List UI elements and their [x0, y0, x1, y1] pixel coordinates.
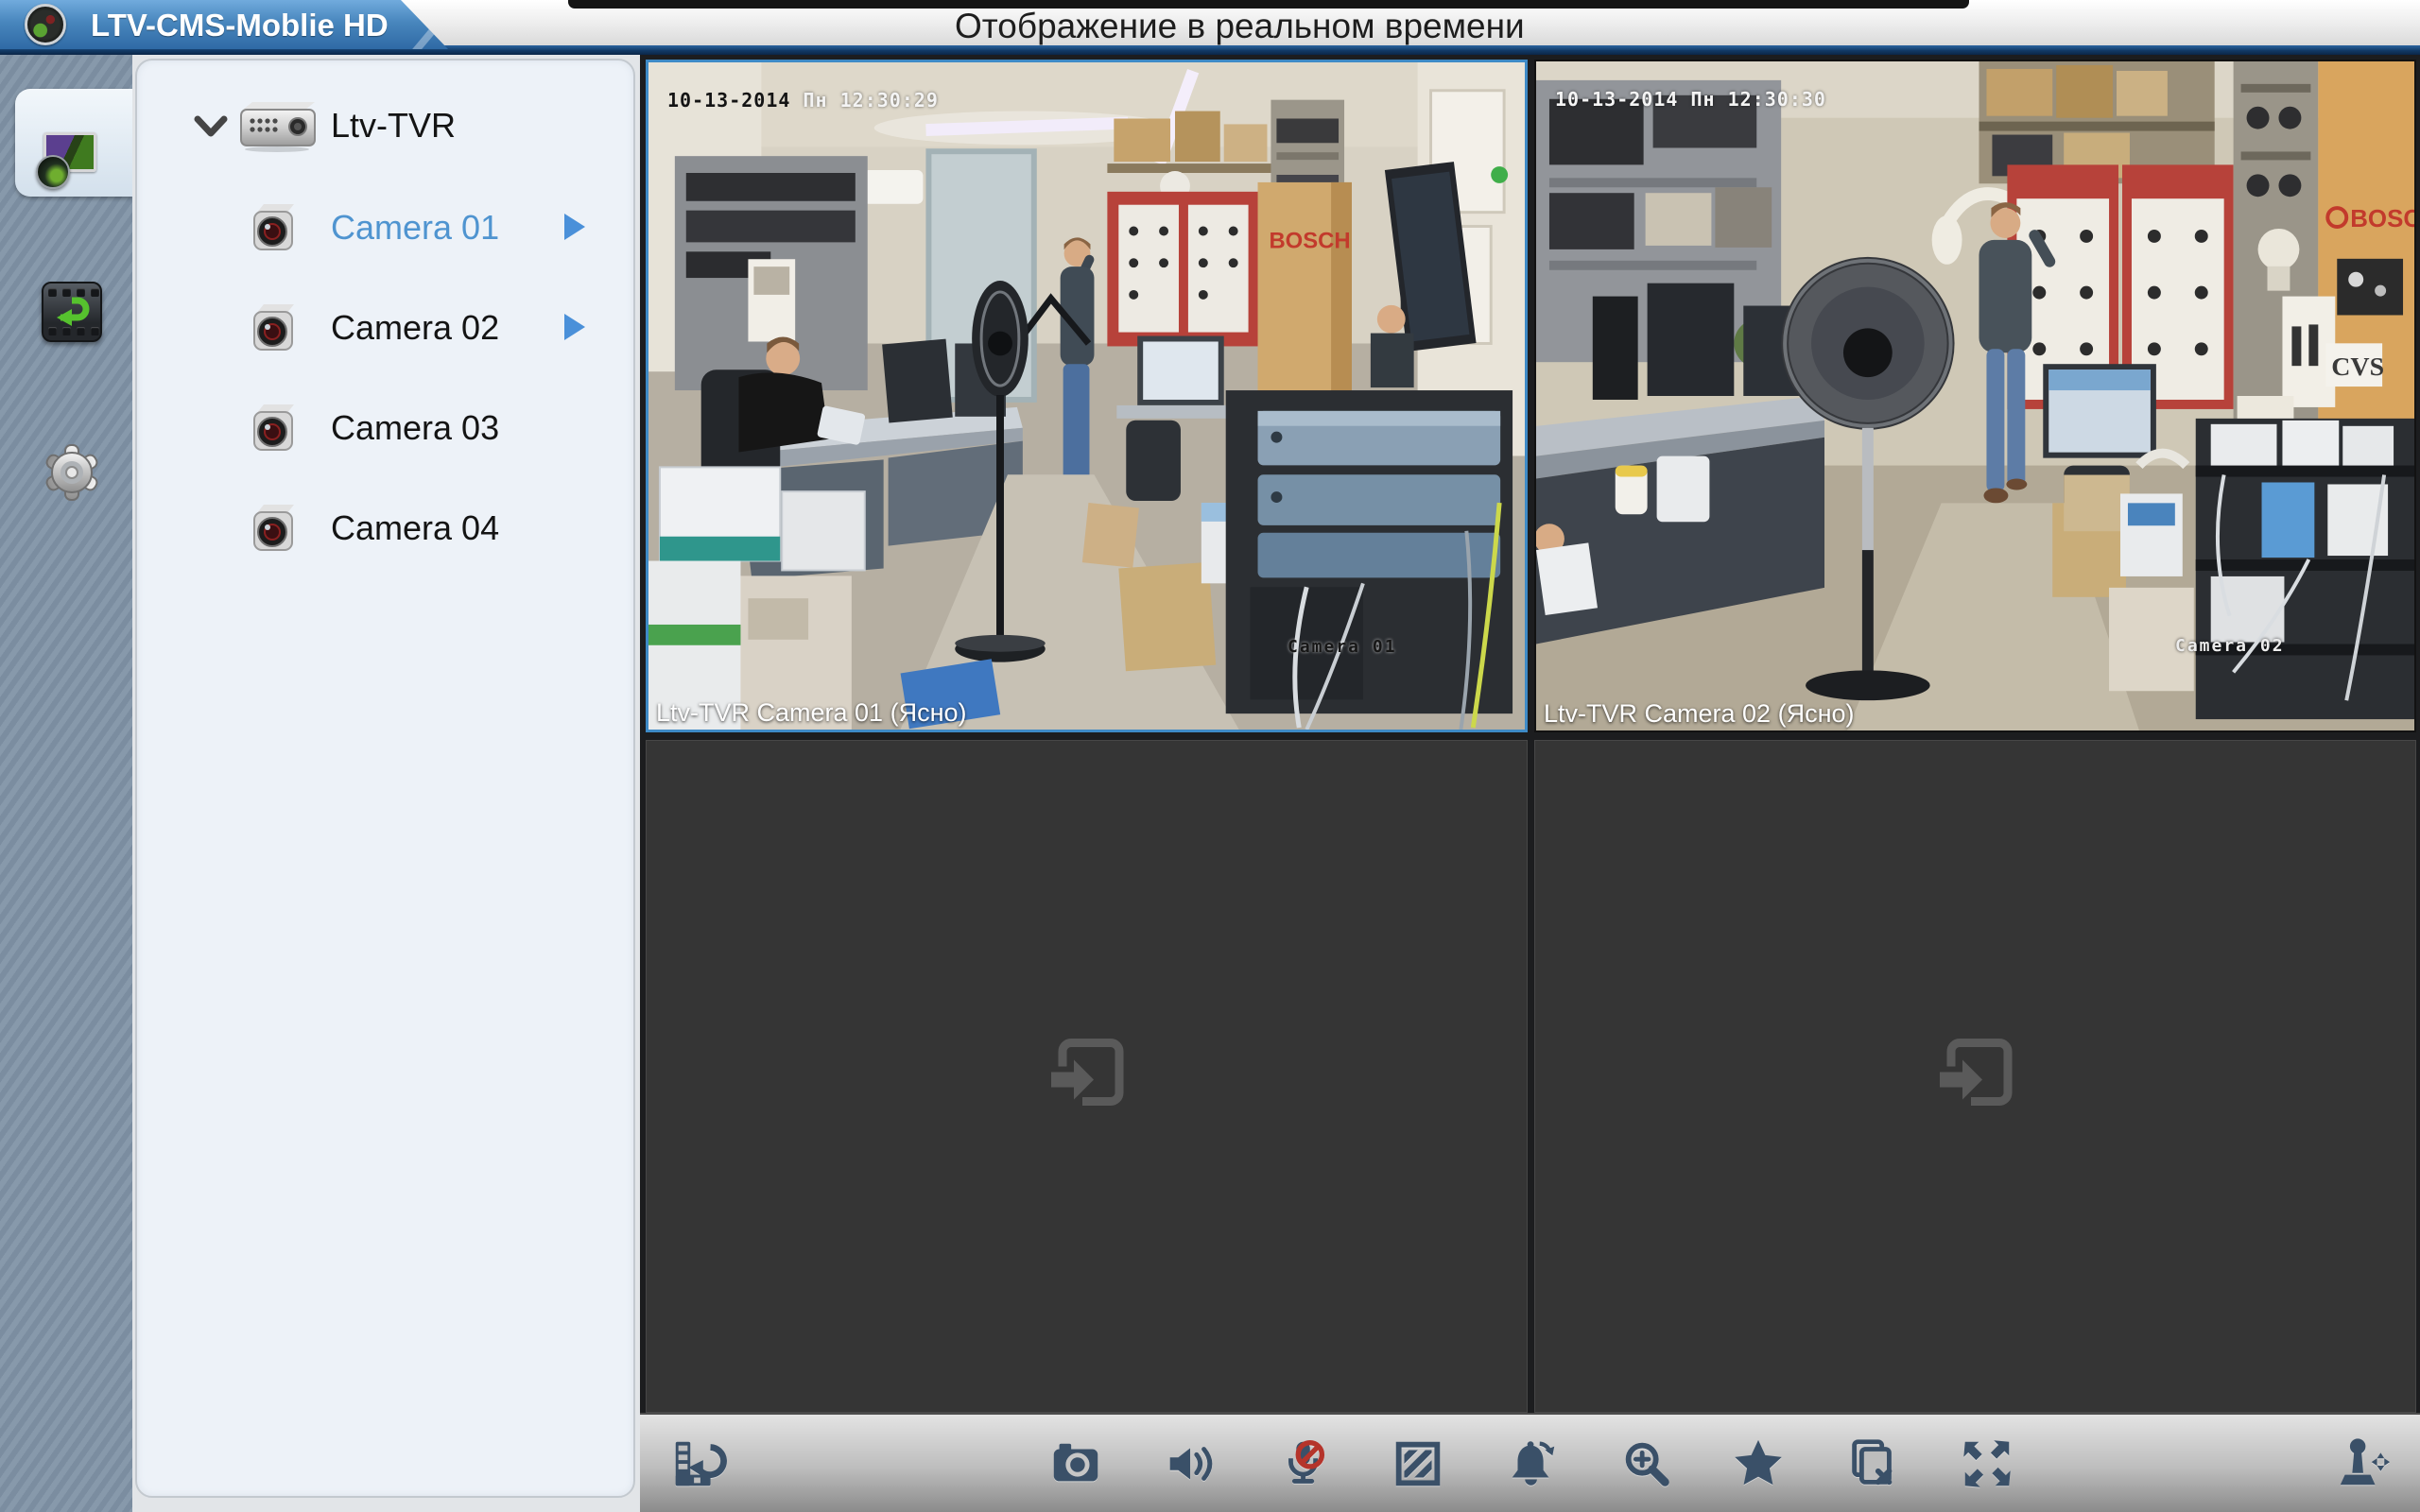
osd-date: 10-13-2014 [1555, 88, 1678, 111]
chevron-down-icon[interactable] [192, 112, 230, 146]
instant-playback-button[interactable] [660, 1426, 735, 1502]
favorite-star-icon [1729, 1435, 1788, 1493]
app-title: LTV-CMS-Moblie HD [91, 8, 389, 43]
camera-name[interactable]: Camera 03 [331, 408, 499, 448]
microphone-off-button[interactable] [1267, 1426, 1342, 1502]
camera-icon [243, 501, 300, 562]
audio-icon [1161, 1435, 1219, 1493]
tree-row-camera-01[interactable]: Camera 01 [137, 198, 633, 259]
camera-name[interactable]: Camera 04 [331, 508, 499, 548]
osd-day: Пн [1690, 88, 1715, 111]
settings-gear-icon [42, 442, 102, 503]
playback-icon [42, 282, 102, 342]
fullscreen-icon [1958, 1435, 2016, 1493]
osd-time: 12:30:30 [1728, 88, 1826, 111]
nav-item-playback[interactable] [0, 253, 132, 367]
tile-caption: Ltv-TVR Camera 01 (Ясно) [656, 698, 966, 728]
app-window: Отображение в реальном времени LTV-CMS-M… [0, 0, 2420, 1512]
osd-timestamp: 10-13-2014 Пн 12:30:29 [667, 89, 939, 112]
tile-caption: Ltv-TVR Camera 02 (Ясно) [1544, 699, 1854, 729]
alarm-icon [1503, 1435, 1562, 1493]
ptz-control-button[interactable] [2325, 1426, 2400, 1502]
camera-name[interactable]: Camera 02 [331, 308, 499, 348]
audio-button[interactable] [1152, 1426, 1228, 1502]
nav-item-live-view[interactable] [0, 83, 132, 197]
favorite-star-button[interactable] [1720, 1426, 1796, 1502]
digital-zoom-icon [1617, 1435, 1676, 1493]
nav-sidebar [0, 55, 133, 1512]
stream-quality-icon [1389, 1435, 1447, 1493]
video-tile-2[interactable]: BOSCH CVS [1534, 60, 2416, 732]
osd-timestamp: 10-13-2014 Пн 12:30:30 [1555, 88, 1826, 111]
expand-arrow-icon[interactable] [564, 314, 585, 340]
osd-day: Пн [803, 89, 827, 112]
snapshot-button[interactable] [1038, 1426, 1114, 1502]
tree-row-camera-03[interactable]: Camera 03 [137, 399, 633, 459]
video-tile-3[interactable] [646, 740, 1528, 1413]
osd-camera-name: Camera 02 [2175, 636, 2285, 656]
device-name[interactable]: Ltv-TVR [331, 106, 456, 146]
osd-time: 12:30:29 [840, 89, 939, 112]
video-tile-1[interactable]: BOSCH CVS [646, 60, 1528, 732]
osd-date: 10-13-2014 [667, 89, 790, 112]
tree-row-device[interactable]: Ltv-TVR [137, 96, 633, 157]
top-bar: Отображение в реальном времени LTV-CMS-M… [0, 0, 2420, 55]
close-all-button[interactable] [1835, 1426, 1910, 1502]
bosch-sign: BOSCH [2350, 206, 2414, 232]
add-stream-icon [1042, 1029, 1132, 1125]
snapshot-icon [1046, 1435, 1105, 1493]
tree-row-camera-04[interactable]: Camera 04 [137, 499, 633, 559]
add-stream-icon [1930, 1029, 2021, 1125]
bosch-sign: BOSCH [1269, 228, 1350, 253]
video-stream-camera-02: BOSCH CVS [1536, 61, 2414, 730]
instant-playback-icon [668, 1435, 727, 1493]
camera-icon [243, 200, 300, 262]
expand-arrow-icon[interactable] [564, 214, 585, 240]
fullscreen-button[interactable] [1949, 1426, 2025, 1502]
camera-icon [243, 401, 300, 462]
tree-row-camera-02[interactable]: Camera 02 [137, 299, 633, 359]
alarm-button[interactable] [1495, 1426, 1570, 1502]
ptz-control-icon [2333, 1435, 2392, 1493]
video-tile-4[interactable] [1534, 740, 2416, 1413]
video-stream-camera-01: BOSCH CVS [648, 62, 1525, 730]
live-view-lens-icon [36, 155, 70, 189]
stream-quality-button[interactable] [1380, 1426, 1456, 1502]
bottom-toolbar [640, 1413, 2420, 1512]
page-title: Отображение в реальном времени [955, 7, 1525, 46]
device-tree-panel: Ltv-TVR Camera 01 [135, 59, 635, 1498]
app-logo-icon [25, 4, 66, 45]
camera-name[interactable]: Camera 01 [331, 208, 499, 248]
osd-camera-name: Camera 01 [1288, 637, 1397, 657]
digital-zoom-button[interactable] [1609, 1426, 1685, 1502]
dvr-device-icon [232, 100, 317, 158]
microphone-off-icon [1275, 1435, 1334, 1493]
close-all-icon [1843, 1435, 1902, 1493]
nav-item-settings[interactable] [0, 420, 132, 533]
cvs-sign: CVS [2331, 352, 2384, 382]
camera-icon [243, 301, 300, 362]
